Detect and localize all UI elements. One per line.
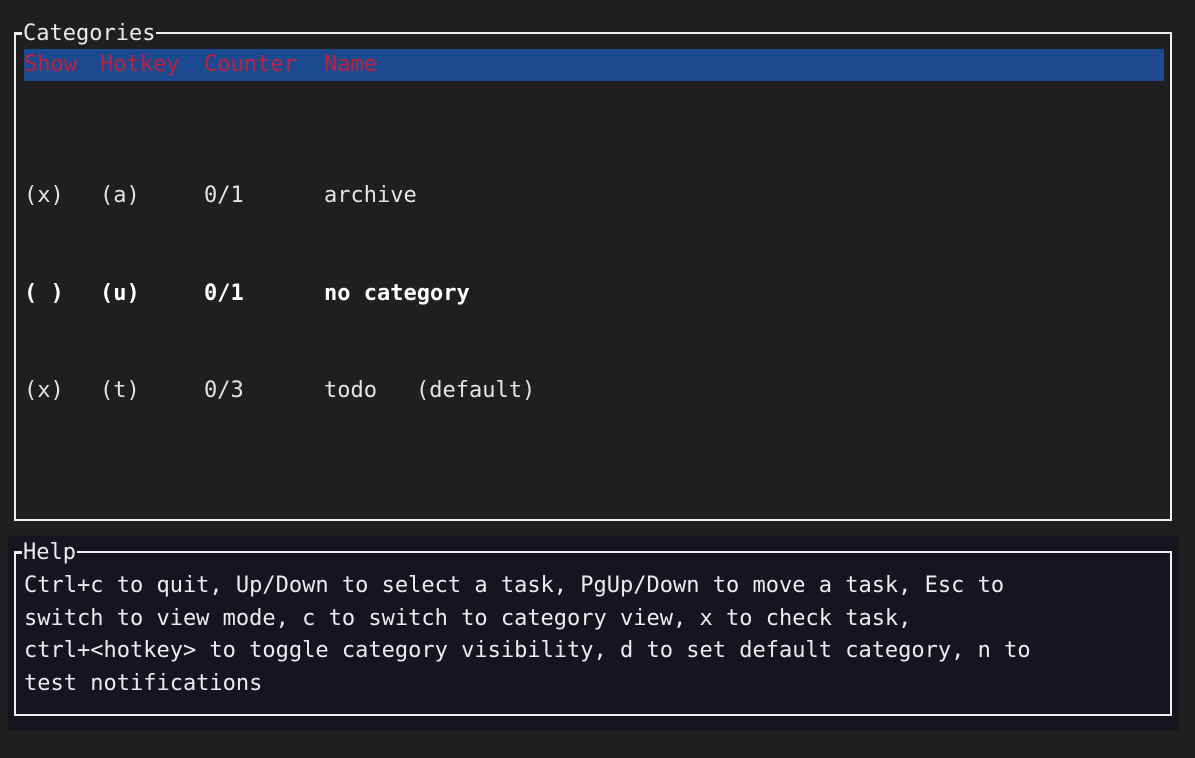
- category-name: no category: [324, 280, 470, 306]
- category-name: todo: [324, 378, 377, 403]
- category-show-toggle[interactable]: ( ): [24, 278, 64, 311]
- help-panel-title: Help: [16, 537, 77, 569]
- category-hotkey: (t): [100, 378, 140, 403]
- column-header-name: Name: [324, 52, 377, 77]
- help-text: Ctrl+c to quit, Up/Down to select a task…: [24, 570, 1169, 700]
- category-counter: 0/1: [204, 280, 244, 306]
- categories-list: (x) (a) 0/1 archive ( ) (u) 0/1 no categ…: [24, 115, 1164, 473]
- default-category-marker: (default): [416, 378, 536, 403]
- category-name: archive: [324, 183, 417, 208]
- column-header-hotkey: Hotkey: [100, 52, 180, 77]
- categories-panel: Categories Show Hotkey Counter Name (x) …: [14, 18, 1172, 521]
- help-line: ctrl+<hotkey> to toggle category visibil…: [24, 638, 1031, 663]
- column-header-counter: Counter: [204, 52, 297, 77]
- category-row-no-category[interactable]: ( ) (u) 0/1 no category: [24, 278, 1164, 311]
- category-row-todo[interactable]: (x) (t) 0/3 todo (default): [24, 375, 1164, 408]
- category-hotkey: (u): [100, 280, 140, 306]
- category-hotkey: (a): [100, 183, 140, 208]
- column-header-show: Show: [24, 52, 77, 77]
- help-panel: Help Ctrl+c to quit, Up/Down to select a…: [14, 537, 1172, 716]
- categories-table-header: Show Hotkey Counter Name: [24, 49, 1164, 81]
- category-show-toggle[interactable]: (x): [24, 375, 64, 408]
- help-line: test notifications: [24, 670, 263, 696]
- categories-panel-title: Categories: [15, 18, 157, 50]
- help-line: switch to view mode, c to switch to cate…: [24, 605, 912, 631]
- help-line: Ctrl+c to quit, Up/Down to select a task…: [24, 573, 1005, 598]
- category-counter: 0/1: [204, 183, 244, 208]
- category-counter: 0/3: [204, 378, 244, 403]
- category-row-archive[interactable]: (x) (a) 0/1 archive: [24, 180, 1164, 213]
- category-show-toggle[interactable]: (x): [24, 180, 64, 213]
